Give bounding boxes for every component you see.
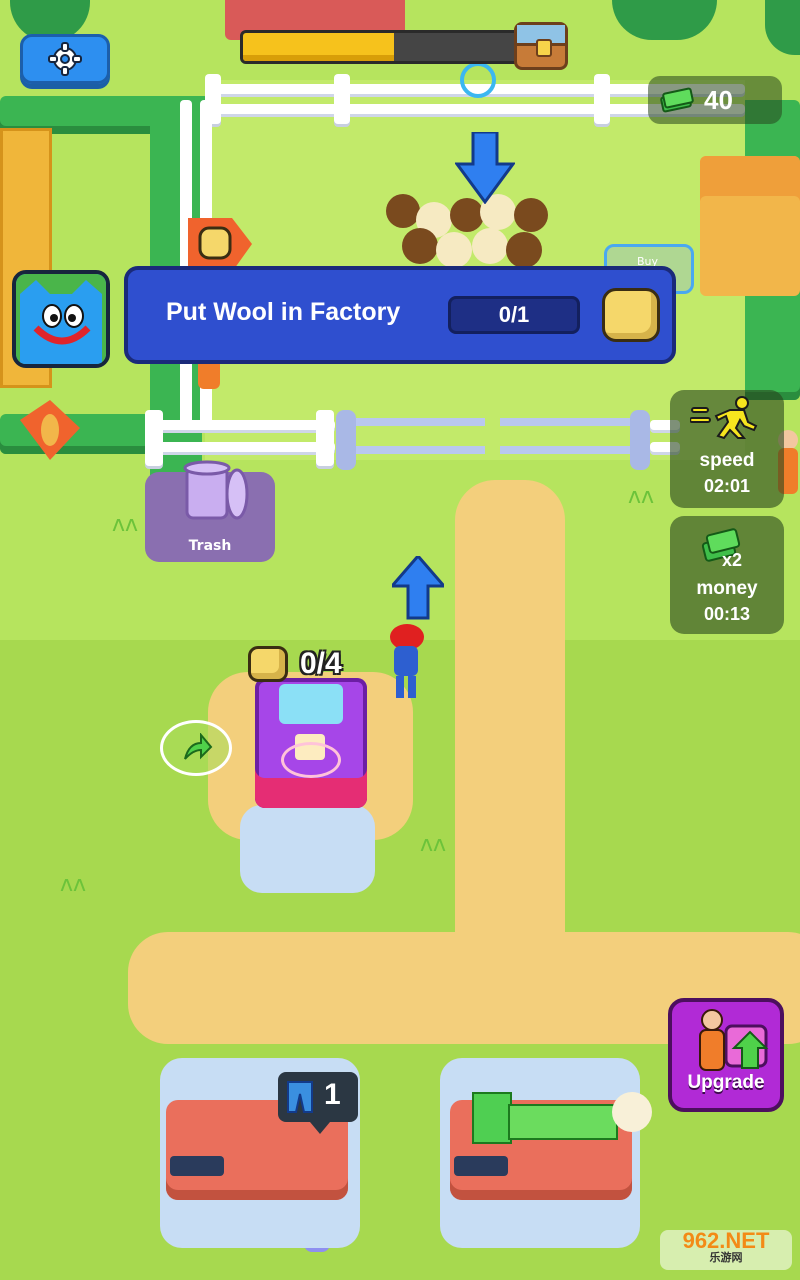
target-ring-icon [460,62,496,98]
money-boost-button[interactable]: x2 money 00:13 [670,516,784,634]
grass-tuft: ᴧᴧ [628,484,655,509]
money-multiplier-text: x2 [722,550,743,570]
right-building [700,156,800,296]
factory-screen [279,684,343,724]
task-title: Put Wool in Factory [166,298,401,326]
grass-tuft: ᴧᴧ [112,512,139,537]
running-man-icon [690,396,758,440]
treasure-chest-icon[interactable] [514,22,568,70]
cash-register [170,1156,224,1176]
pen-gate-right [500,418,635,454]
trash-label: Trash [188,538,232,554]
wool-ball-icon [602,288,660,342]
chest-progress-fill [243,33,394,61]
watermark-sub: 乐游网 [709,1252,743,1264]
stall-stock-bubble: 1 [278,1072,358,1134]
trash-can-icon [183,460,249,520]
factory-upgrade-circle[interactable] [160,720,232,776]
settings-gear-icon [48,42,82,76]
wheat-sign-icon [20,400,80,460]
cash-display: 40 [648,76,782,124]
pen-fence-bottom-rail-1 [145,420,335,430]
task-counter: 0/1 [448,296,580,334]
player-character [386,624,426,700]
gate-post [630,410,650,470]
money-label: money [696,578,758,599]
grass-tuft: ᴧᴧ [60,872,87,897]
down-arrow-indicator-icon [455,132,515,204]
watermark-brand: 962.NET [682,1228,770,1253]
task-banner: Put Wool in Factory 0/1 [124,266,676,364]
fence-post [316,410,334,466]
watermark-logo: 962.NET 乐游网 [660,1230,792,1270]
pen-gate-left [340,418,485,454]
speed-label: speed [699,450,755,471]
green-up-arrow-icon [184,733,213,760]
fence-post [145,410,163,466]
trash-pad[interactable]: Trash [145,460,275,562]
cash-stack-icon [660,87,694,113]
blue-monster-avatar-icon [16,274,106,364]
speed-boost-button[interactable]: speed 02:01 [670,390,784,508]
fence-post [334,74,350,124]
factory-counter-text: 0/4 [300,647,342,680]
pen-fence-bottom-rail-2 [145,442,335,452]
money-timer: 00:13 [703,604,751,624]
upgrade-worker-icon [699,1009,769,1071]
cash-pile[interactable] [472,1092,620,1144]
stall-stock-count: 1 [324,1078,341,1111]
cash-value: 40 [704,84,733,115]
factory-machine[interactable] [255,678,367,808]
speed-timer: 02:01 [703,476,751,496]
factory-wool-counter: 0/4 [248,646,342,682]
wool-ball-on-table [612,1092,652,1132]
jeans-icon [287,1081,313,1113]
cash-register [454,1156,508,1176]
grass-tuft: ᴧᴧ [420,832,447,857]
fence-post [594,74,610,124]
settings-button[interactable] [20,34,110,84]
upgrade-label: Upgrade [687,1072,765,1093]
chest-progress-bar [240,30,520,64]
factory-input-pad[interactable] [240,805,375,893]
gate-post [336,410,356,470]
factory-ring [281,742,341,778]
player-direction-arrow-icon [392,556,444,620]
character-avatar [12,270,110,368]
wool-ball-icon [248,646,288,682]
upgrade-button[interactable]: Upgrade [668,998,784,1112]
